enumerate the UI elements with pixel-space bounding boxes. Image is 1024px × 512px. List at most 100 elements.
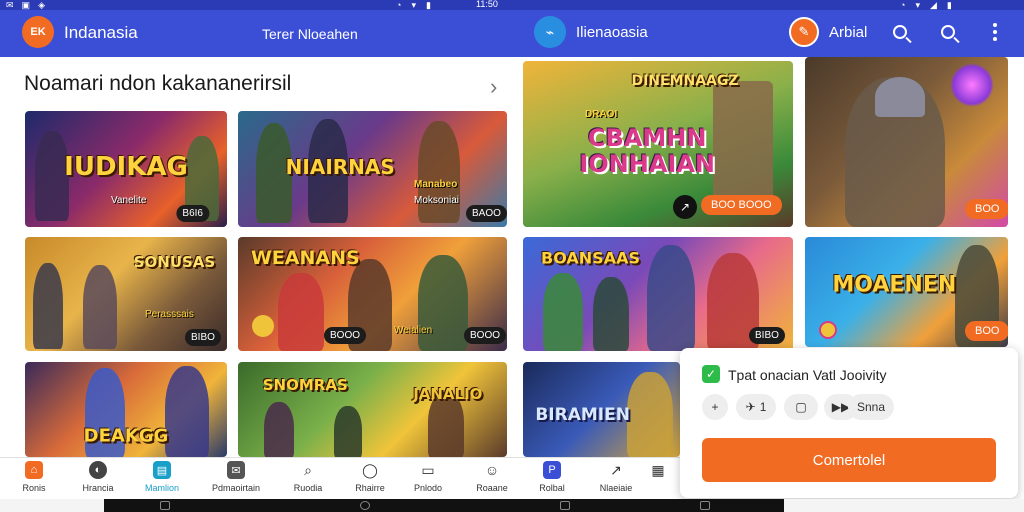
nav-item-mail[interactable]: ✉ Pdmaoirtain: [202, 461, 270, 493]
nav-item-store[interactable]: ▤ Mamlion: [128, 461, 196, 493]
recents-icon[interactable]: [560, 501, 570, 510]
plane-chip[interactable]: ✈ 1: [736, 394, 776, 420]
system-bar-right: [784, 499, 1024, 512]
card-subtitle: Perasssais: [145, 309, 194, 320]
card-badge: BOOO: [464, 327, 507, 344]
game-card[interactable]: SNOMRAS JANALIO: [238, 362, 507, 457]
card-title: CBAMHN IONHAIAN: [579, 123, 716, 178]
chip-label: 1: [759, 400, 767, 414]
home-button-icon[interactable]: [360, 501, 370, 510]
game-card[interactable]: SONUSAS Perasssais BIBO: [25, 237, 227, 351]
card-badge: B6I6: [176, 205, 209, 222]
profile-icon: P: [543, 461, 561, 479]
chat-icon: ◐: [89, 461, 107, 479]
game-card[interactable]: WEANANS Weialien BOOO BOOO: [238, 237, 507, 351]
page-title: Terer Nloeahen: [262, 26, 358, 42]
back-icon[interactable]: [160, 501, 170, 510]
nav-item-documents[interactable]: ▭ Pnlodo: [394, 461, 462, 494]
nav-label: Ronis: [22, 483, 46, 493]
document-icon: ▭: [421, 461, 435, 478]
more-menu-button[interactable]: [983, 20, 1007, 44]
chip-label: Snna: [856, 400, 886, 414]
card-badge-left: BOOO: [324, 327, 367, 344]
nav-item-home[interactable]: ⌂ Ronis: [0, 461, 68, 493]
nav-item-user[interactable]: ☺ Roaane: [458, 461, 526, 493]
card-subtitle: Moksoniai: [414, 195, 460, 206]
app-name: Indanasia: [64, 23, 138, 42]
keyboard-icon[interactable]: [700, 501, 710, 510]
card-title: DEAKGG: [83, 425, 169, 447]
grid-icon: ▦: [651, 461, 665, 478]
search-button[interactable]: [888, 20, 912, 44]
square-chip[interactable]: ▢: [784, 394, 818, 420]
system-bar-left: [0, 499, 104, 512]
game-card[interactable]: IUDIKAG Vanelite B6I6: [25, 111, 227, 227]
nav-label: Rhairre: [355, 483, 385, 493]
card-badge: BAOO: [466, 205, 507, 222]
nav-label: Rolbal: [539, 483, 565, 493]
app-logo[interactable]: EK: [22, 16, 54, 48]
game-card[interactable]: NIAIRNAS Manabeo Moksoniai BAOO: [238, 111, 507, 227]
share-icon: ↗: [610, 461, 622, 478]
mail-icon: ✉: [227, 461, 245, 479]
game-card[interactable]: MOAENEN BOO: [805, 237, 1008, 347]
nav-item-search[interactable]: ⌕ Ruodia: [274, 461, 342, 494]
magic-orb-icon: [950, 63, 994, 107]
status-time: 11:50: [476, 0, 498, 9]
account-label: Arbial: [829, 24, 868, 41]
avatar[interactable]: ✎: [789, 17, 819, 47]
nav-item-chat[interactable]: ◐ Hrancia: [64, 461, 132, 493]
currency-chip[interactable]: Snna: [848, 394, 894, 420]
secondary-app-name: Ilienaoasia: [576, 24, 648, 41]
user-icon: ☺: [484, 462, 500, 478]
card-title: SONUSAS: [133, 253, 216, 272]
app-bar: EK Indanasia Terer Nloeahen ⌁ Ilienaoasi…: [0, 10, 1024, 57]
search-icon: [893, 25, 907, 39]
card-subtitle: Weialien: [394, 325, 433, 336]
app-screen: ✉ ▣ ◈ 11:50 ◔ ▾ ▮ ◔ ▾ ◢ ▮ EK Indanasia T…: [0, 0, 1024, 512]
card-title: NIAIRNAS: [285, 154, 395, 179]
play-icon[interactable]: ↗: [673, 195, 697, 219]
game-card[interactable]: BOANSAAS BIBO: [523, 237, 793, 351]
card-title: WEANANS: [250, 246, 360, 269]
primary-action-button[interactable]: Comertolel: [702, 438, 996, 482]
card-tag: Manabeo: [414, 179, 458, 190]
nav-label: Hrancia: [82, 483, 114, 493]
add-chip[interactable]: +: [702, 394, 728, 420]
card-badge: BOO: [965, 199, 1008, 219]
section-title: Noamari ndon kakananerirsil: [24, 72, 292, 95]
store-icon: ▤: [153, 461, 171, 479]
search-button-2[interactable]: [936, 20, 960, 44]
helmet-icon: [875, 77, 925, 117]
square-icon: ▢: [795, 400, 807, 414]
coin-icon: [252, 315, 274, 337]
nav-label: Roaane: [476, 483, 508, 493]
system-navigation-bar: [0, 499, 1024, 512]
card-top-title: DINEMNAAGZ: [631, 72, 739, 89]
coin-icon: [819, 321, 837, 339]
card-badge: BIBO: [749, 327, 785, 344]
nav-item-profile[interactable]: P Rolbal: [518, 461, 586, 493]
game-card[interactable]: BOO: [805, 57, 1008, 227]
check-icon[interactable]: ✓: [702, 365, 720, 383]
plus-icon: +: [711, 400, 719, 414]
status-bar: ✉ ▣ ◈ 11:50 ◔ ▾ ▮ ◔ ▾ ◢ ▮: [0, 0, 1024, 10]
home-icon: ⌂: [25, 461, 43, 479]
gamepad-icon[interactable]: ⌁: [534, 16, 566, 48]
search-icon: [941, 25, 955, 39]
card-badge: BIBO: [185, 329, 221, 346]
nav-label: Pdmaoirtain: [211, 483, 261, 493]
game-card[interactable]: BIRAMIEN: [523, 362, 680, 457]
card-subtitle: JANALIO: [413, 385, 483, 404]
game-card[interactable]: DEAKGG: [25, 362, 227, 457]
card-subtitle: Vanelite: [111, 195, 147, 206]
popup-title: Tpat onacian Vatl Jooivity: [728, 367, 887, 383]
game-card-featured[interactable]: DINEMNAAGZ DRAOI CBAMHN IONHAIAN ↗ BOO B…: [523, 61, 793, 227]
chevron-right-icon[interactable]: ›: [490, 74, 497, 100]
nav-item-more[interactable]: ▦: [638, 461, 678, 479]
nav-label: Pnlodo: [413, 483, 443, 493]
activity-popup: ✓ Tpat onacian Vatl Jooivity + ✈ 1 ▢ ▶▶ …: [680, 348, 1018, 498]
nav-label: Mamlion: [144, 483, 179, 493]
card-badge: BOO: [965, 321, 1008, 341]
kebab-menu-icon: [993, 23, 997, 41]
